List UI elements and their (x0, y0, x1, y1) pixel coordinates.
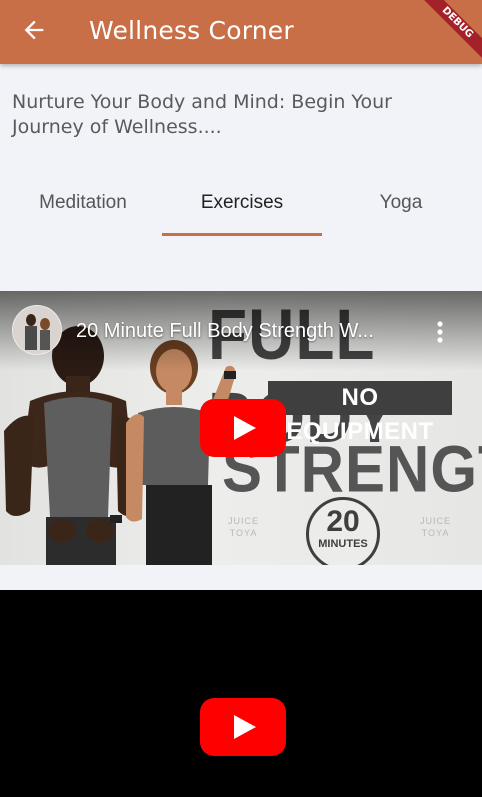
tab-indicator (162, 233, 322, 236)
channel-avatar[interactable] (12, 305, 62, 355)
intro-text: Nurture Your Body and Mind: Begin Your J… (12, 91, 392, 138)
app-screen: Wellness Corner DEBUG Nurture Your Body … (0, 0, 482, 797)
thumbnail-watermark: JUICE TOYA (420, 515, 451, 539)
page-title: Wellness Corner (89, 16, 294, 45)
more-vert-icon[interactable] (430, 319, 450, 345)
debug-banner: DEBUG (412, 0, 482, 70)
watermark-text: JUICE TOYA (420, 516, 452, 538)
tab-yoga[interactable]: Yoga (321, 180, 481, 234)
minutes-number: 20 (326, 505, 360, 538)
back-button[interactable] (14, 12, 54, 52)
debug-label: DEBUG (420, 0, 482, 60)
tab-bar: Meditation Exercises Yoga (0, 180, 482, 236)
tab-meditation[interactable]: Meditation (3, 180, 163, 234)
youtube-play-icon (200, 698, 286, 760)
minutes-unit: MINUTES (318, 538, 368, 550)
play-button[interactable] (200, 698, 286, 756)
tab-exercises[interactable]: Exercises (162, 180, 322, 234)
video-player[interactable]: FULL BODY NO EQUIPMENT STRENGTH JUICE TO… (0, 291, 482, 565)
thumbnail-badge: NO EQUIPMENT (268, 381, 452, 445)
youtube-play-icon (200, 399, 286, 461)
minutes-badge: 20 MINUTES (306, 497, 380, 565)
video-player[interactable] (0, 590, 482, 797)
video-title[interactable]: 20 Minute Full Body Strength W... (76, 320, 408, 343)
app-bar: Wellness Corner (0, 0, 482, 64)
play-button[interactable] (200, 399, 286, 457)
arrow-back-icon (20, 16, 48, 48)
